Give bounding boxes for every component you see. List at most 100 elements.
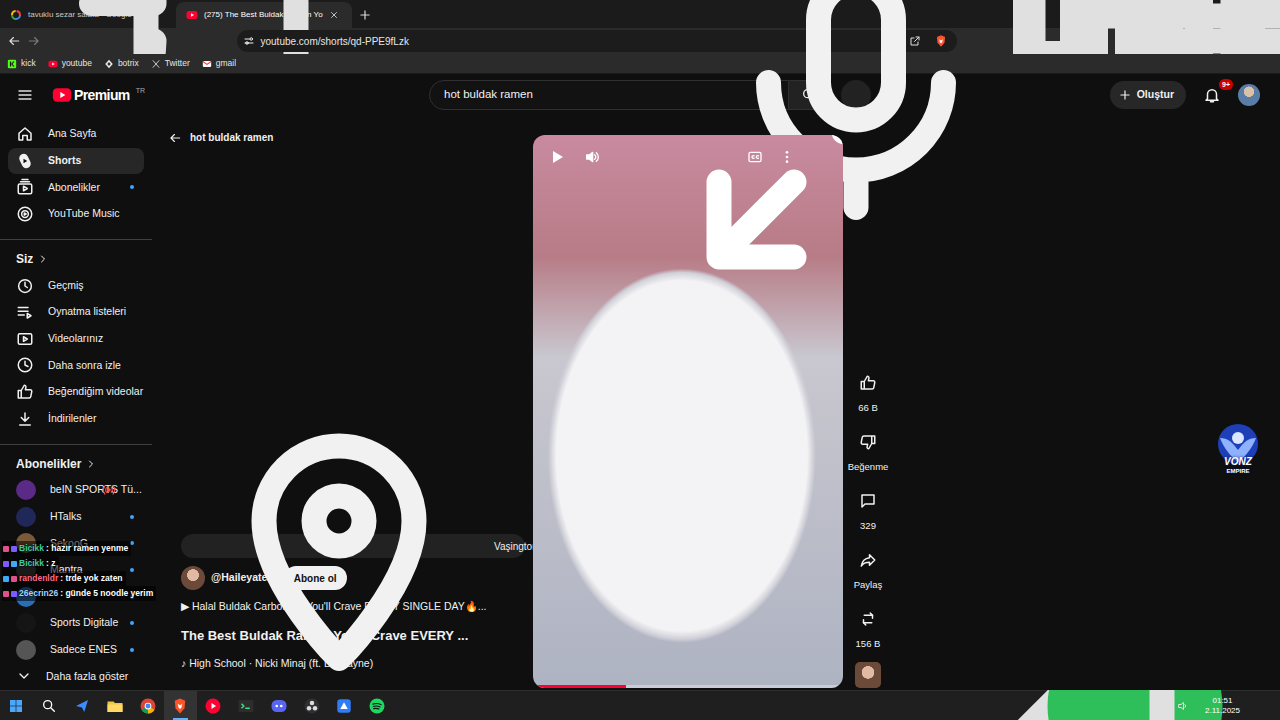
start-button[interactable]	[0, 691, 33, 720]
taskbar-app[interactable]	[295, 691, 328, 720]
app-icon	[204, 697, 222, 715]
short-video[interactable]	[533, 135, 843, 688]
tray-app-button[interactable]	[1125, 696, 1145, 716]
notifications-button[interactable]	[1252, 696, 1272, 716]
new-tab-button[interactable]	[352, 2, 378, 28]
section-header[interactable]: Abonelikler	[8, 451, 144, 477]
more-button[interactable]	[779, 149, 795, 165]
shorts-main: hot buldak ramen Vaşington @Haileyateit Abo…	[152, 116, 1280, 690]
sidebar-item[interactable]: Abonelikler	[8, 174, 144, 201]
app-icon	[303, 697, 321, 715]
volume-button[interactable]	[1173, 696, 1193, 716]
notifications-button[interactable]: 9+	[1200, 83, 1224, 107]
bookmark-item[interactable]: kick	[7, 57, 36, 70]
sidebar-item[interactable]: Videolarınız	[8, 326, 144, 353]
subscription-item[interactable]: beIN SPORTS Tü...	[8, 477, 144, 504]
bookmark-icon	[202, 59, 212, 69]
reload-button[interactable]	[44, 31, 64, 51]
channel-avatar[interactable]	[181, 566, 205, 590]
share-button[interactable]	[850, 542, 886, 578]
sidebar-item[interactable]: Ana Sayfa	[8, 121, 144, 148]
music-info[interactable]: ♪ High School · Nicki Minaj (ft. Lil Way…	[181, 656, 373, 672]
address-bar[interactable]: youtube.com/shorts/qd-PPE9fLzk	[237, 30, 957, 52]
taskbar-app[interactable]	[328, 691, 361, 720]
like-icon	[859, 374, 877, 392]
liked-icon	[16, 383, 34, 401]
bookmark-label: kick	[21, 57, 36, 70]
taskbar-app[interactable]	[197, 691, 230, 720]
bookmark-button[interactable]	[211, 31, 231, 51]
like-button[interactable]	[850, 365, 886, 401]
remix-button[interactable]	[850, 601, 886, 637]
taskbar-app[interactable]	[98, 691, 131, 720]
chat-badge	[3, 561, 9, 567]
subscribe-button[interactable]: Abone ol	[284, 566, 347, 590]
create-button[interactable]: Oluştur	[1110, 81, 1186, 109]
voice-search-button[interactable]	[841, 80, 871, 110]
videos-icon	[16, 330, 34, 348]
taskbar-app[interactable]	[66, 691, 99, 720]
taskbar-app[interactable]	[230, 691, 263, 720]
location-chip[interactable]: Vaşington	[181, 534, 525, 558]
back-button[interactable]	[4, 31, 24, 51]
back-to-search[interactable]: hot buldak ramen	[168, 130, 525, 145]
sound-thumbnail[interactable]	[855, 662, 881, 688]
brave-shields-button[interactable]	[931, 31, 951, 51]
bookmark-item[interactable]: youtube	[48, 57, 92, 70]
bookmark-item[interactable]: gmail	[202, 57, 236, 70]
subscription-item[interactable]: Sadece ENES	[8, 637, 144, 664]
bookmark-item[interactable]: botrix	[104, 57, 139, 70]
sidebar-item[interactable]: YouTube Music	[8, 201, 144, 228]
share-button[interactable]	[905, 31, 925, 51]
channel-name[interactable]: @Haileyateit	[211, 570, 274, 586]
taskbar-app[interactable]	[131, 691, 164, 720]
region-code: TR	[136, 86, 145, 96]
progress-track[interactable]	[533, 685, 843, 688]
comments-button[interactable]	[850, 483, 886, 519]
dislike-button[interactable]	[850, 424, 886, 460]
sidebar-item[interactable]: Daha sonra izle	[8, 352, 144, 379]
toolbar-button[interactable]	[1255, 31, 1275, 51]
volume-button[interactable]	[584, 149, 600, 165]
fullscreen-button[interactable]	[811, 149, 827, 165]
search-button[interactable]	[33, 691, 66, 720]
subscription-item[interactable]: HTalks	[8, 504, 144, 531]
taskbar-app[interactable]	[164, 691, 197, 720]
sidebar-item[interactable]: Geçmiş	[8, 272, 144, 299]
bookmark-item[interactable]: Twitter	[151, 57, 190, 70]
new-content-dot	[130, 132, 134, 136]
taskbar-app[interactable]	[262, 691, 295, 720]
chat-line: Bicikk: z	[2, 556, 59, 571]
share-icon	[859, 551, 877, 569]
sidebar-item[interactable]: İndirilenler	[8, 405, 144, 432]
sidebar-item[interactable]: Oynatma listeleri	[8, 299, 144, 326]
bookmark-label: gmail	[216, 57, 236, 70]
taskbar-app[interactable]	[361, 691, 394, 720]
account-avatar[interactable]	[1238, 84, 1260, 106]
section-header[interactable]: Siz	[8, 246, 144, 272]
sidebar-item[interactable]: Beğendiğim videolar	[8, 379, 144, 406]
clock[interactable]: 01:512.11.2025	[1197, 696, 1248, 716]
channel-name: Sadece ENES	[50, 642, 88, 658]
captions-button[interactable]	[747, 149, 763, 165]
chat-user: Bicikk	[19, 557, 44, 570]
menu-button[interactable]	[15, 85, 35, 105]
youtube-logo[interactable]: PremiumTR	[52, 86, 145, 105]
youtube-page: PremiumTROluştur9+Ana SayfaShortsAboneli…	[0, 74, 1280, 690]
search-input[interactable]	[444, 86, 754, 103]
short-info: Vaşington @Haileyateit Abone ol ▶ Halal Bul…	[168, 534, 525, 688]
close-tab-button[interactable]	[324, 5, 344, 25]
taskbar: 01:512.11.2025	[0, 690, 1280, 720]
related-video-link[interactable]: ▶ Halal Buldak Carbonara You'll Crave EV…	[181, 599, 486, 615]
time: 01:51	[1212, 696, 1232, 706]
forward-button[interactable]	[24, 31, 44, 51]
subscription-item[interactable]: Sports Digitale	[8, 610, 144, 637]
show-more-button[interactable]: Daha fazla göster	[8, 663, 144, 690]
chevron-icon	[37, 253, 49, 265]
browser-tab[interactable]: (275) The Best Buldak Ramen Yo	[176, 2, 352, 28]
sidebar-item[interactable]: Shorts	[8, 148, 144, 175]
dislike-icon	[859, 433, 877, 451]
chat-badge	[11, 561, 17, 567]
play-button[interactable]	[549, 149, 565, 165]
url-text[interactable]: youtube.com/shorts/qd-PPE9fLzk	[261, 34, 873, 49]
